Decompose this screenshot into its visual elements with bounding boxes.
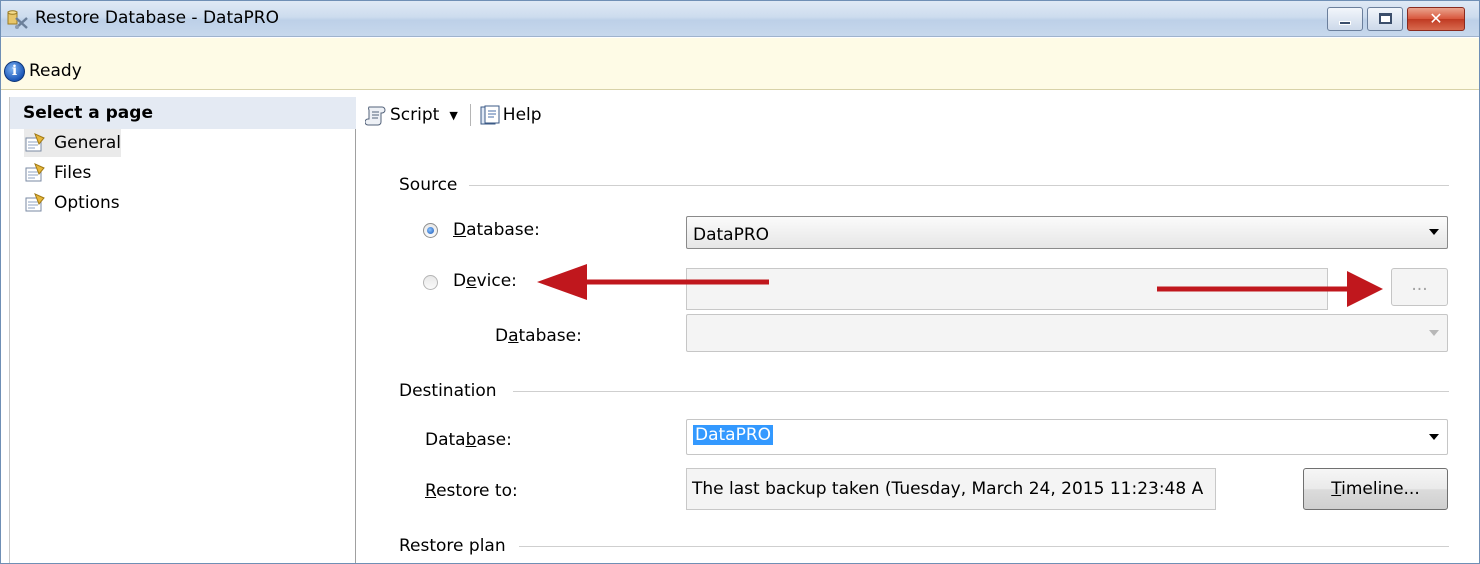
annotation-arrows xyxy=(537,264,1383,307)
restore-database-window: Restore Database - DataPRO ✕ i Ready Sel… xyxy=(0,0,1480,564)
annotation-arrow-right xyxy=(1157,271,1383,307)
annotation-arrow-left xyxy=(537,264,769,300)
